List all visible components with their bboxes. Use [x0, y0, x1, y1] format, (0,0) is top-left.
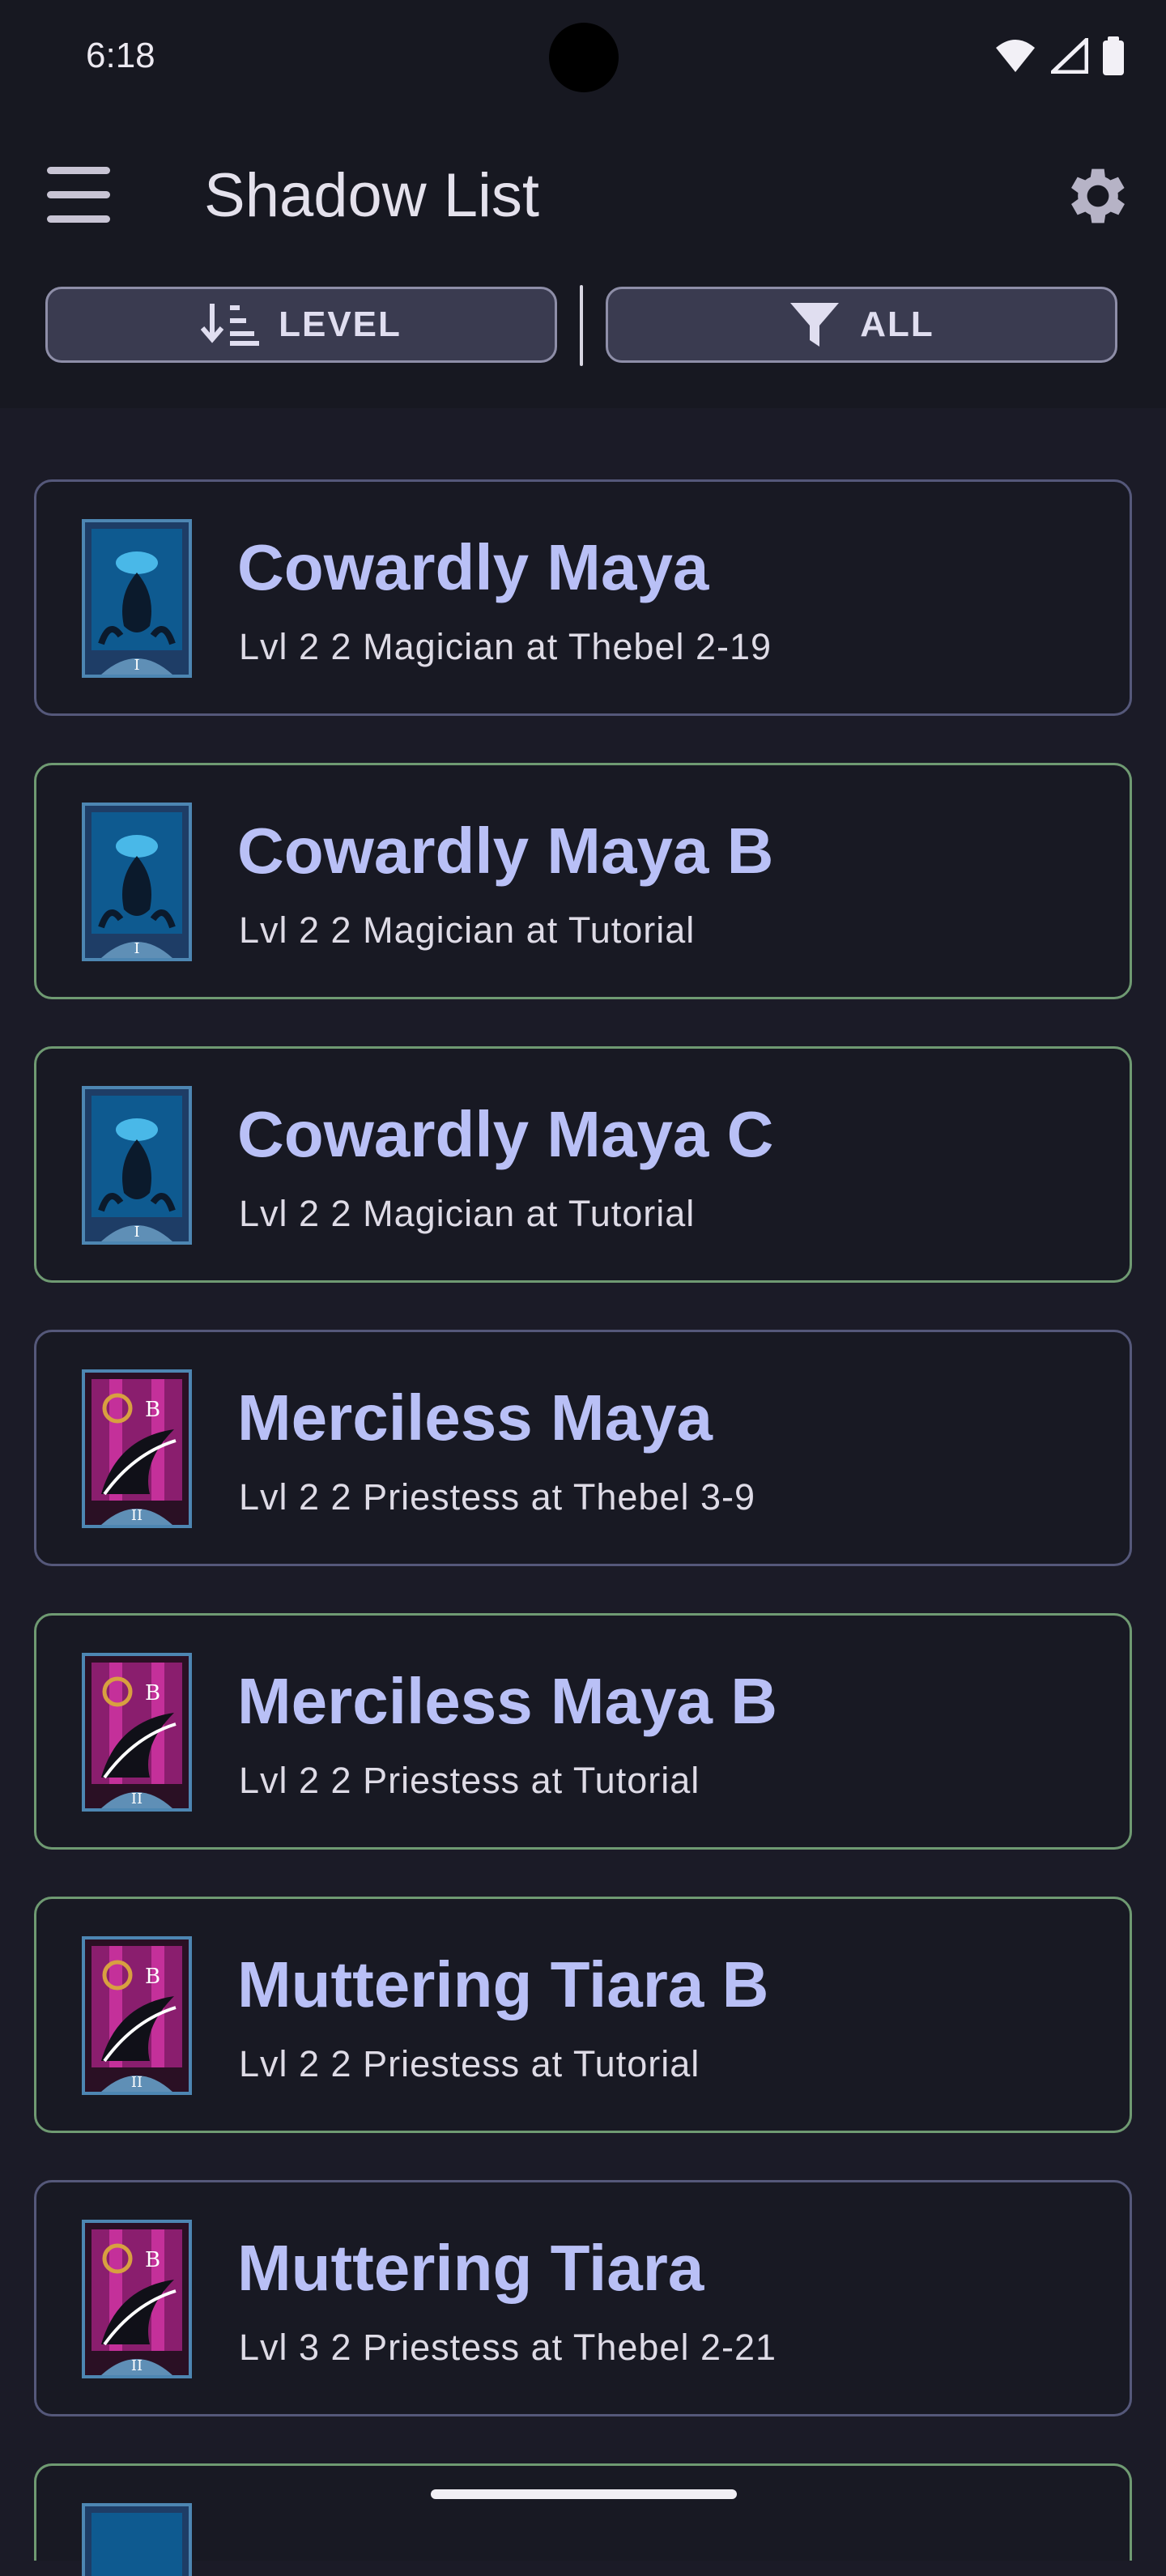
top-app-bar: 6:18 Shadow List LEVEL ALL [0, 0, 1166, 408]
shadow-name: Merciless Maya B [237, 1665, 778, 1737]
svg-text:I: I [134, 657, 139, 674]
camera-cutout [549, 23, 619, 92]
menu-icon-bar [47, 215, 110, 223]
shadow-card[interactable]: B II Merciless Maya Lvl 2 2 Priestess at… [34, 1330, 1132, 1566]
sort-level-button[interactable]: LEVEL [45, 287, 557, 363]
shadow-name: Cowardly Maya C [237, 1098, 774, 1170]
svg-text:B: B [145, 2248, 160, 2272]
status-icons [994, 36, 1124, 76]
shadow-details: Lvl 2 2 Magician at Tutorial [239, 909, 696, 951]
shadow-name: Cowardly Maya B [237, 815, 774, 887]
priestess-tarot-icon: B II [82, 1936, 192, 2095]
shadow-name: Muttering Tiara [237, 2232, 704, 2304]
priestess-tarot-icon: B II [82, 2220, 192, 2378]
svg-text:I: I [134, 1224, 139, 1241]
priestess-tarot-icon: B II [82, 1653, 192, 1812]
battery-icon [1103, 36, 1124, 75]
magician-tarot-icon: I [82, 519, 192, 678]
sort-ascending-icon [201, 304, 260, 346]
shadow-details: Lvl 3 2 Priestess at Thebel 2-21 [239, 2327, 777, 2368]
shadow-card-partial[interactable] [34, 2463, 1132, 2576]
menu-icon-bar [47, 191, 110, 198]
svg-text:II: II [131, 1790, 143, 1807]
shadow-card[interactable]: I Cowardly Maya Lvl 2 2 Magician at Theb… [34, 479, 1132, 716]
shadow-details: Lvl 2 2 Priestess at Tutorial [239, 1760, 700, 1801]
shadow-details: Lvl 2 2 Priestess at Thebel 3-9 [239, 1476, 755, 1518]
shadow-card[interactable]: B II Merciless Maya B Lvl 2 2 Priestess … [34, 1613, 1132, 1850]
shadow-card[interactable]: I Cowardly Maya C Lvl 2 2 Magician at Tu… [34, 1046, 1132, 1283]
svg-text:II: II [131, 1507, 143, 1524]
filter-divider [580, 285, 583, 366]
svg-text:B: B [145, 1398, 160, 1422]
settings-button[interactable] [1061, 159, 1135, 233]
svg-text:I: I [134, 940, 139, 957]
shadow-name: Cowardly Maya [237, 531, 709, 603]
sort-level-label: LEVEL [279, 304, 402, 344]
status-bar: 6:18 [0, 0, 1166, 113]
filter-all-button[interactable]: ALL [606, 287, 1117, 363]
menu-icon [47, 167, 110, 174]
magician-tarot-icon: I [82, 803, 192, 961]
gear-icon [1071, 168, 1125, 224]
shadow-name: Muttering Tiara B [237, 1948, 769, 2020]
status-time: 6:18 [86, 36, 155, 75]
svg-text:B: B [145, 1965, 160, 1989]
svg-text:II: II [131, 2074, 143, 2091]
page-title: Shadow List [204, 161, 540, 230]
svg-text:II: II [131, 2357, 143, 2374]
filter-funnel-icon [790, 303, 840, 347]
shadow-details: Lvl 2 2 Priestess at Tutorial [239, 2043, 700, 2084]
magician-tarot-icon: I [82, 1086, 192, 1245]
shadow-name: Merciless Maya [237, 1382, 713, 1454]
magician-tarot-icon [82, 2503, 192, 2576]
shadow-card[interactable]: B II Muttering Tiara B Lvl 2 2 Priestess… [34, 1897, 1132, 2133]
svg-text:B: B [145, 1681, 160, 1705]
filter-bar: LEVEL ALL [45, 285, 1121, 366]
shadow-card[interactable]: B II Muttering Tiara Lvl 3 2 Priestess a… [34, 2180, 1132, 2416]
shadow-card[interactable]: I Cowardly Maya B Lvl 2 2 Magician at Tu… [34, 763, 1132, 999]
cell-signal-icon [1051, 38, 1088, 74]
filter-all-label: ALL [860, 304, 934, 344]
home-gesture-bar[interactable] [431, 2489, 737, 2499]
shadow-details: Lvl 2 2 Magician at Tutorial [239, 1193, 696, 1234]
priestess-tarot-icon: B II [82, 1369, 192, 1528]
shadow-details: Lvl 2 2 Magician at Thebel 2-19 [239, 626, 772, 667]
wifi-icon [996, 40, 1035, 72]
menu-button[interactable] [44, 164, 113, 225]
